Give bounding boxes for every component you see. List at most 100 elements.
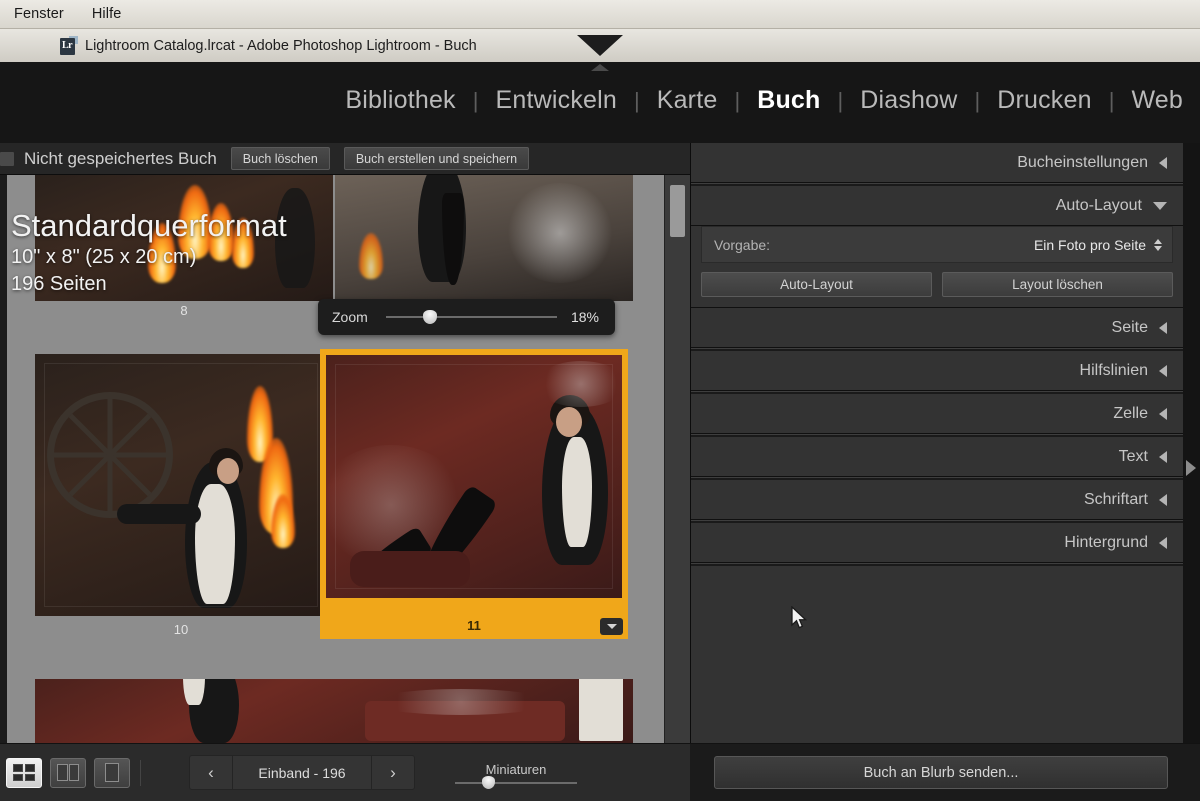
module-bibliothek[interactable]: Bibliothek (328, 86, 472, 115)
thumbnail-size-control: Miniaturen (455, 761, 577, 789)
single-page-view-button[interactable] (94, 757, 130, 788)
section-seite[interactable]: Seite (691, 308, 1183, 348)
book-info-overlay: Standardquerformat 10" x 8" (25 x 20 cm)… (11, 209, 287, 298)
top-panel: Bibliothek | Entwickeln | Karte | Buch |… (0, 62, 1200, 143)
section-schriftart[interactable]: Schriftart (691, 480, 1183, 520)
page-thumbnail (35, 354, 327, 616)
spread-icon (57, 764, 79, 781)
section-text[interactable]: Text (691, 437, 1183, 477)
page-navigator-label: Einband - 196 (232, 756, 372, 789)
next-page-button[interactable]: › (372, 756, 414, 789)
module-picker: Bibliothek | Entwickeln | Karte | Buch |… (328, 86, 1200, 115)
top-panel-toggle-icon[interactable] (591, 64, 609, 71)
filmstrip-toggle-icon[interactable] (0, 151, 14, 166)
triangle-left-icon[interactable] (1159, 536, 1167, 549)
section-label: Schriftart (1083, 490, 1148, 508)
module-karte[interactable]: Karte (640, 86, 735, 115)
grid-icon (13, 764, 35, 781)
clear-layout-button[interactable]: Layout löschen (942, 272, 1173, 297)
section-label: Zelle (1113, 404, 1148, 422)
menu-item-fenster[interactable]: Fenster (0, 6, 78, 22)
page-number: 11 (467, 618, 481, 633)
triangle-right-icon (1186, 460, 1196, 476)
thumbnails-label: Miniaturen (485, 761, 547, 777)
right-panel: Bucheinstellungen Auto-Layout Vorgabe: E… (690, 143, 1183, 778)
preset-selector[interactable]: Vorgabe: Ein Foto pro Seite (701, 226, 1173, 263)
auto-layout-button[interactable]: Auto-Layout (701, 272, 932, 297)
page-number: 10 (173, 622, 189, 637)
zoom-slider[interactable] (385, 310, 557, 324)
save-book-button[interactable]: Buch erstellen und speichern (343, 147, 530, 170)
mouse-cursor (791, 606, 808, 629)
section-label: Auto-Layout (1055, 196, 1142, 214)
book-format-label: Standardquerformat (11, 208, 287, 243)
section-zelle[interactable]: Zelle (691, 394, 1183, 434)
triangle-left-icon[interactable] (1159, 407, 1167, 420)
page-thumbnail (326, 355, 622, 598)
spread-view-button[interactable] (50, 757, 86, 788)
page-cell-9[interactable]: 9 (335, 175, 633, 318)
os-menu-bar: Fenster Hilfe (0, 0, 1200, 29)
send-book-to-blurb-button[interactable]: Buch an Blurb senden... (714, 756, 1168, 789)
multi-page-view-button[interactable] (6, 757, 42, 788)
previous-page-button[interactable]: ‹ (190, 756, 232, 789)
scrollbar-thumb[interactable] (670, 185, 685, 237)
updown-arrows-icon[interactable] (1154, 238, 1162, 251)
book-size-label: 10" x 8" (25 x 20 cm) (11, 246, 197, 269)
menu-item-hilfe[interactable]: Hilfe (78, 6, 136, 22)
preset-label: Vorgabe: (714, 236, 771, 253)
module-drucken[interactable]: Drucken (980, 86, 1109, 115)
preset-value: Ein Foto pro Seite (1033, 236, 1146, 253)
left-panel-toggle[interactable] (0, 143, 7, 743)
triangle-left-icon[interactable] (1159, 493, 1167, 506)
page-navigator: ‹ Einband - 196 › (189, 755, 415, 790)
module-entwickeln[interactable]: Entwickeln (478, 86, 634, 115)
page-cell-11[interactable]: 11 (320, 349, 628, 639)
window-title: Lightroom Catalog.lrcat - Adobe Photosho… (85, 37, 477, 54)
thumbnails-slider-knob[interactable] (481, 775, 495, 789)
delete-book-button[interactable]: Buch löschen (230, 147, 330, 170)
section-label: Hintergrund (1064, 533, 1148, 551)
module-web[interactable]: Web (1114, 86, 1200, 115)
triangle-left-icon[interactable] (1159, 364, 1167, 377)
zoom-value: 18% (570, 309, 599, 325)
page-thumbnail (35, 679, 633, 743)
book-header-bar: Nicht gespeichertes Buch Buch löschen Bu… (0, 143, 690, 175)
chevron-down-icon (606, 624, 617, 629)
triangle-down-icon[interactable] (1153, 201, 1167, 210)
zoom-popup[interactable]: Zoom 18% (318, 299, 615, 335)
triangle-left-icon[interactable] (1159, 450, 1167, 463)
toolbar-divider (140, 759, 141, 786)
bottom-toolbar: ‹ Einband - 196 › Miniaturen (0, 743, 690, 801)
view-mode-group (6, 757, 130, 788)
lightroom-window: Fenster Hilfe Lr Lightroom Catalog.lrcat… (0, 0, 1200, 801)
book-pages-label: 196 Seiten (11, 273, 107, 296)
section-hilfslinien[interactable]: Hilfslinien (691, 351, 1183, 391)
page-cell-next-row[interactable] (35, 679, 633, 743)
page-number: 8 (180, 303, 188, 318)
module-buch[interactable]: Buch (740, 86, 837, 115)
cell-menu-button[interactable] (600, 618, 623, 635)
module-diashow[interactable]: Diashow (843, 86, 974, 115)
page-thumbnail (335, 175, 633, 301)
section-auto-layout[interactable]: Auto-Layout (691, 186, 1183, 226)
section-label: Bucheinstellungen (1017, 153, 1148, 171)
section-label: Seite (1111, 318, 1148, 336)
single-page-icon (105, 763, 119, 782)
lightroom-icon: Lr (60, 36, 78, 55)
page-cell-10[interactable]: 10 (35, 354, 327, 637)
triangle-left-icon[interactable] (1159, 321, 1167, 334)
right-panel-toggle[interactable] (1181, 143, 1200, 743)
zoom-popup-pointer (577, 35, 623, 56)
section-label: Text (1118, 447, 1148, 465)
preview-scrollbar[interactable] (664, 175, 691, 743)
right-panel-footer: Buch an Blurb senden... (690, 743, 1200, 801)
zoom-label: Zoom (332, 309, 368, 325)
section-hintergrund[interactable]: Hintergrund (691, 523, 1183, 563)
thumbnails-slider[interactable] (455, 775, 577, 789)
book-status-label: Nicht gespeichertes Buch (24, 148, 217, 168)
auto-layout-body: Vorgabe: Ein Foto pro Seite Auto-Layout … (691, 226, 1183, 308)
triangle-left-icon[interactable] (1159, 156, 1167, 169)
zoom-slider-knob[interactable] (423, 310, 438, 324)
section-bucheinstellungen[interactable]: Bucheinstellungen (691, 143, 1183, 183)
